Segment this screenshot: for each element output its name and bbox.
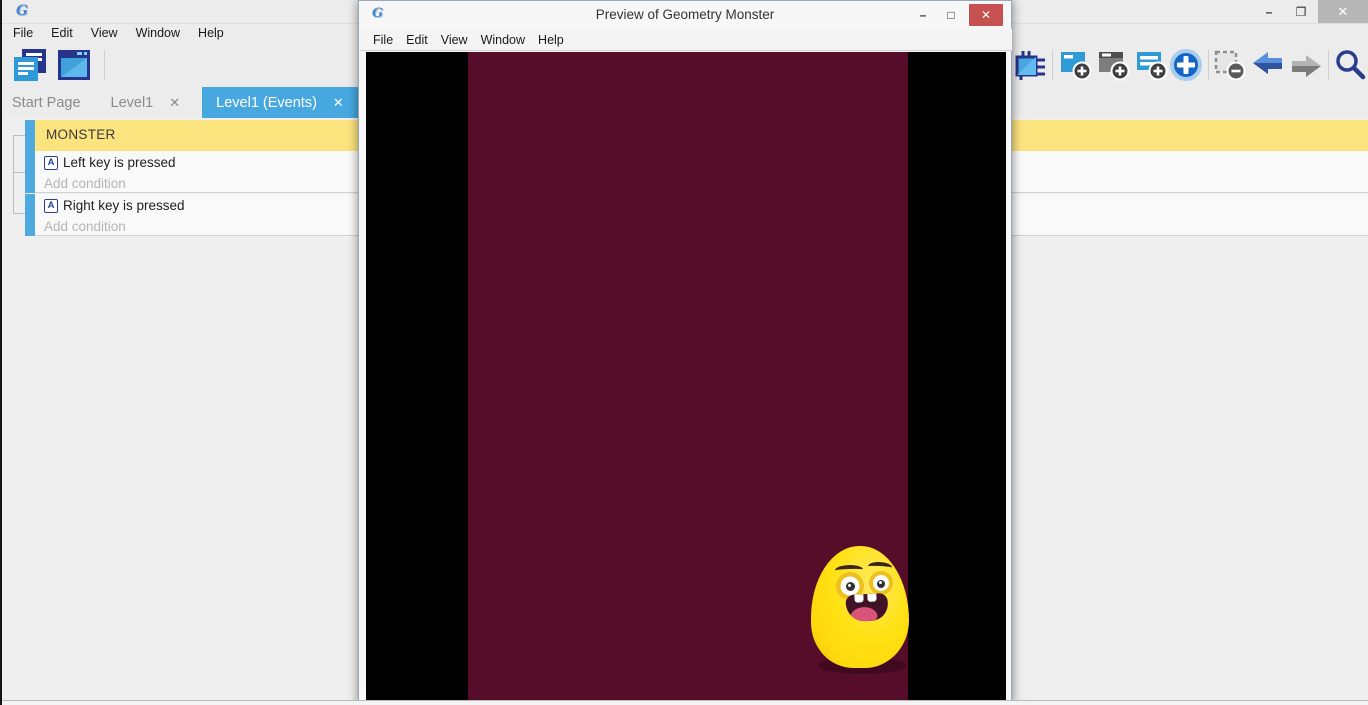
condition-text[interactable]: Right key is pressed — [63, 198, 185, 213]
menu-edit[interactable]: Edit — [402, 33, 437, 47]
game-canvas[interactable] — [366, 52, 1006, 705]
gdevelop-logo-icon: G — [16, 3, 28, 19]
keyboard-key-icon: A — [44, 199, 58, 213]
toolbar-separator — [1208, 50, 1209, 80]
choose-event-icon[interactable] — [1168, 47, 1204, 83]
monster-sprite — [811, 546, 909, 682]
window-left-border — [0, 0, 2, 705]
menu-window[interactable]: Window — [127, 25, 189, 43]
tab-bar: Start Page Level1 ✕ Level1 (Events) ✕ — [2, 87, 358, 118]
preview-menu-bar: File Edit View Window Help — [360, 29, 1012, 51]
main-menu-bar: File Edit View Window Help — [4, 25, 233, 43]
preview-minimize-button[interactable]: – — [911, 5, 935, 25]
tab-start-page[interactable]: Start Page — [2, 87, 93, 118]
delete-event-icon[interactable] — [1212, 47, 1248, 83]
keyboard-key-icon: A — [44, 156, 58, 170]
toolbar-separator — [1328, 50, 1329, 80]
tab-close-icon[interactable]: ✕ — [333, 95, 344, 111]
menu-help[interactable]: Help — [534, 33, 573, 47]
menu-view[interactable]: View — [437, 33, 477, 47]
scene-editor-icon[interactable] — [56, 47, 92, 83]
screen-bottom-edge — [0, 700, 1368, 705]
monster-tongue — [850, 606, 878, 622]
event-tree-line — [13, 213, 25, 214]
add-comment-icon[interactable] — [1134, 47, 1170, 83]
menu-file[interactable]: File — [369, 33, 402, 47]
menu-help[interactable]: Help — [189, 25, 233, 43]
add-subevent-icon[interactable] — [1096, 47, 1132, 83]
close-button[interactable]: ✕ — [1318, 0, 1368, 23]
toolbar-separator — [1052, 50, 1053, 80]
tab-level1-events[interactable]: Level1 (Events) ✕ — [202, 87, 358, 118]
minimize-button[interactable]: – — [1256, 2, 1282, 22]
event-drag-handle[interactable] — [25, 194, 35, 236]
debugger-icon[interactable] — [1012, 47, 1048, 83]
toolbar-separator — [104, 50, 105, 80]
menu-file[interactable]: File — [4, 25, 42, 43]
event-tree-line — [13, 135, 14, 213]
menu-window[interactable]: Window — [477, 33, 534, 47]
monster-body — [811, 546, 909, 668]
event-drag-handle[interactable] — [25, 151, 35, 193]
restore-button[interactable]: ❐ — [1288, 2, 1314, 22]
redo-icon[interactable] — [1288, 47, 1324, 83]
add-condition-link[interactable]: Add condition — [44, 219, 126, 234]
add-event-icon[interactable] — [1058, 47, 1094, 83]
event-tree-line — [13, 172, 25, 173]
menu-edit[interactable]: Edit — [42, 25, 82, 43]
events-sheet-icon[interactable] — [12, 47, 48, 83]
tab-close-icon[interactable]: ✕ — [169, 95, 180, 111]
monster-mouth — [845, 593, 888, 622]
event-tree-line — [13, 135, 25, 136]
preview-close-button[interactable]: ✕ — [969, 4, 1003, 26]
search-icon[interactable] — [1332, 47, 1368, 83]
comment-text: MONSTER — [46, 127, 116, 142]
add-condition-link[interactable]: Add condition — [44, 176, 126, 191]
preview-window[interactable]: G Preview of Geometry Monster – □ ✕ File… — [358, 0, 1012, 705]
monster-eye — [869, 571, 893, 595]
gdevelop-main-window: G – ❐ ✕ File Edit View Window Help — [0, 0, 1368, 705]
menu-view[interactable]: View — [82, 25, 127, 43]
preview-maximize-button[interactable]: □ — [939, 5, 963, 25]
condition-text[interactable]: Left key is pressed — [63, 155, 176, 170]
preview-title-bar[interactable]: G Preview of Geometry Monster – □ ✕ — [359, 1, 1011, 29]
undo-icon[interactable] — [1250, 47, 1286, 83]
tab-level1[interactable]: Level1 ✕ — [93, 87, 191, 118]
event-drag-handle[interactable] — [25, 120, 35, 151]
